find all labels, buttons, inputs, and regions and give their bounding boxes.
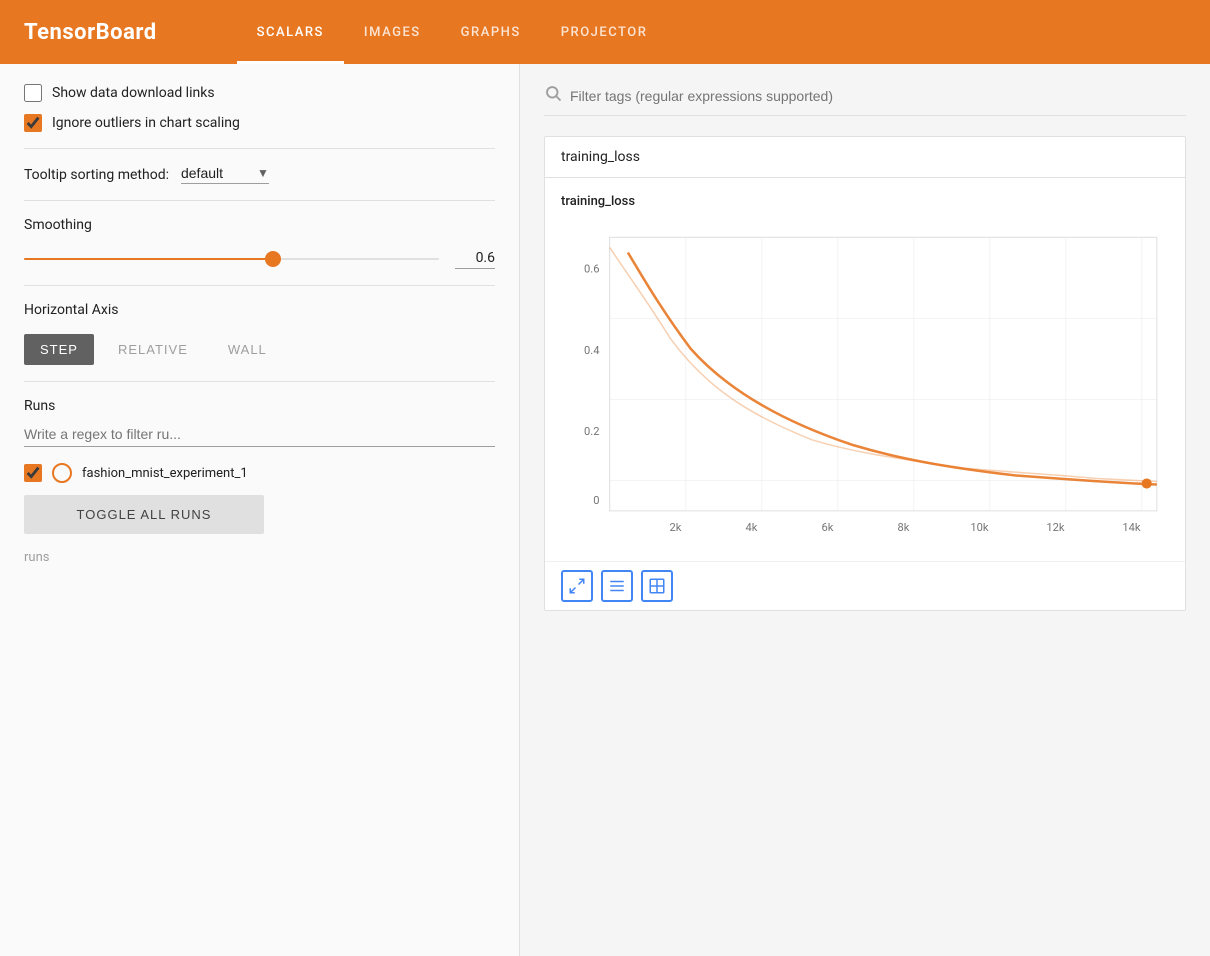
filter-tags-input[interactable] (570, 88, 1186, 104)
runs-section: Runs fashion_mnist_experiment_1 TOGGLE A… (24, 398, 495, 565)
run-item: fashion_mnist_experiment_1 (24, 463, 495, 483)
show-download-checkbox-row[interactable]: Show data download links (24, 84, 495, 102)
axis-step-button[interactable]: STEP (24, 334, 94, 365)
ignore-outliers-label: Ignore outliers in chart scaling (52, 115, 240, 131)
smoothing-slider-container (24, 249, 439, 269)
axis-buttons-group: STEP RELATIVE WALL (24, 334, 495, 365)
show-download-checkbox[interactable] (24, 84, 42, 102)
divider-1 (24, 148, 495, 149)
chart-container: 0.6 0.4 0.2 0 (561, 217, 1169, 545)
select-arrow-icon: ▼ (257, 166, 269, 180)
svg-text:0.2: 0.2 (584, 425, 599, 438)
smoothing-section: Smoothing 0.6 (24, 217, 495, 269)
nav-graphs[interactable]: GRAPHS (441, 0, 541, 64)
chart-svg: 0.6 0.4 0.2 0 (561, 217, 1169, 541)
chart-panel: training_loss training_loss 0.6 (544, 136, 1186, 611)
chart-panel-title: training_loss (545, 137, 1185, 178)
fit-to-data-button[interactable] (561, 570, 593, 602)
sidebar: Show data download links Ignore outliers… (0, 64, 520, 956)
chart-body: training_loss 0.6 0.4 0.2 (545, 178, 1185, 561)
app-header: TensorBoard SCALARS IMAGES GRAPHS PROJEC… (0, 0, 1210, 64)
runs-footer-label: runs (24, 550, 495, 565)
svg-text:0.6: 0.6 (584, 263, 599, 276)
nav-images[interactable]: IMAGES (344, 0, 441, 64)
horizontal-axis-label: Horizontal Axis (24, 302, 495, 318)
svg-text:2k: 2k (670, 521, 682, 534)
nav-projector[interactable]: PROJECTOR (541, 0, 668, 64)
chart-title: training_loss (561, 194, 1169, 209)
run-checkbox[interactable] (24, 464, 42, 482)
chart-toolbar (545, 561, 1185, 610)
toggle-all-button[interactable]: TOGGLE ALL RUNS (24, 495, 264, 534)
nav-scalars[interactable]: SCALARS (237, 0, 344, 64)
svg-text:14k: 14k (1122, 521, 1141, 534)
tooltip-sort-row: Tooltip sorting method: default descendi… (24, 165, 495, 184)
run-color-indicator (52, 463, 72, 483)
svg-text:6k: 6k (822, 521, 834, 534)
tooltip-sort-wrapper: default descending ascending nearest ▼ (181, 165, 269, 184)
divider-2 (24, 200, 495, 201)
horizontal-axis-section: Horizontal Axis STEP RELATIVE WALL (24, 302, 495, 365)
svg-text:4k: 4k (746, 521, 758, 534)
filter-bar (544, 84, 1186, 116)
fit-axes-button[interactable] (641, 570, 673, 602)
main-content: training_loss training_loss 0.6 (520, 64, 1210, 956)
tooltip-sort-label: Tooltip sorting method: (24, 167, 169, 183)
svg-text:10k: 10k (970, 521, 989, 534)
runs-filter-input[interactable] (24, 426, 495, 447)
runs-title: Runs (24, 398, 495, 414)
svg-text:0: 0 (593, 494, 599, 507)
run-name-label: fashion_mnist_experiment_1 (82, 466, 248, 481)
divider-4 (24, 381, 495, 382)
ignore-outliers-checkbox[interactable] (24, 114, 42, 132)
divider-3 (24, 285, 495, 286)
main-layout: Show data download links Ignore outliers… (0, 64, 1210, 956)
smoothing-title: Smoothing (24, 217, 495, 233)
axis-wall-button[interactable]: WALL (212, 334, 283, 365)
svg-text:0.4: 0.4 (584, 344, 599, 357)
search-icon (544, 84, 562, 107)
svg-text:12k: 12k (1046, 521, 1065, 534)
svg-text:8k: 8k (898, 521, 910, 534)
smoothing-row: 0.6 (24, 249, 495, 269)
main-nav: SCALARS IMAGES GRAPHS PROJECTOR (237, 0, 668, 64)
axis-relative-button[interactable]: RELATIVE (102, 334, 204, 365)
legend-button[interactable] (601, 570, 633, 602)
app-logo: TensorBoard (24, 20, 157, 45)
smoothing-value: 0.6 (455, 250, 495, 269)
show-download-label: Show data download links (52, 85, 215, 101)
ignore-outliers-checkbox-row[interactable]: Ignore outliers in chart scaling (24, 114, 495, 132)
